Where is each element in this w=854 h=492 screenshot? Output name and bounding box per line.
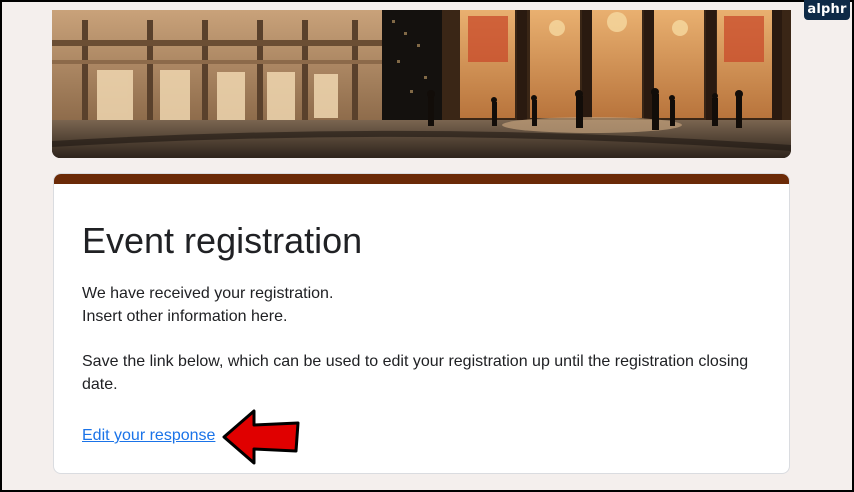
- alphr-watermark: alphr: [804, 0, 850, 20]
- confirmation-message-line1: We have received your registration.: [82, 285, 334, 302]
- form-title: Event registration: [82, 220, 363, 261]
- red-arrow-icon: [222, 409, 300, 465]
- form-accent-bar: [54, 174, 789, 184]
- edit-instructions: Save the link below, which can be used t…: [82, 353, 749, 393]
- form-card: Event registration We have received your…: [53, 173, 790, 474]
- edit-response-link[interactable]: Edit your response: [82, 427, 215, 445]
- confirmation-message-line2: Insert other information here.: [82, 308, 288, 325]
- header-photo: [52, 10, 791, 158]
